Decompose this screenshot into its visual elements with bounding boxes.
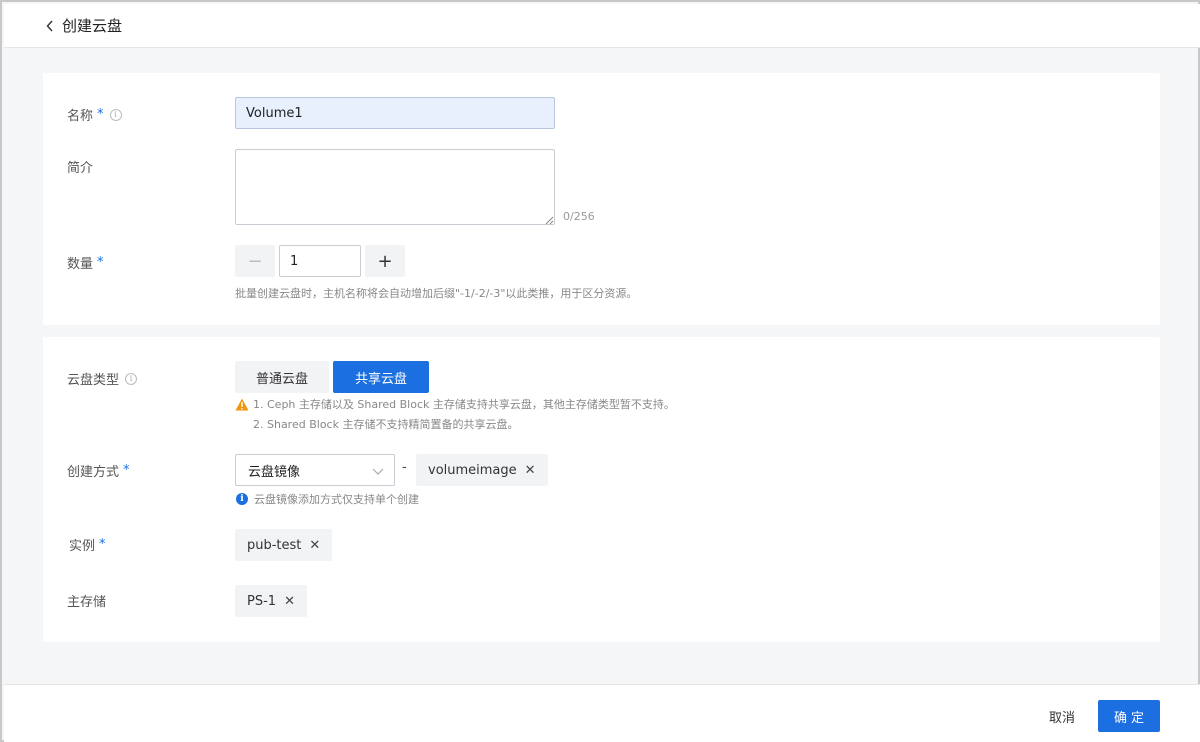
- method-label: 创建方式 *: [67, 461, 130, 480]
- required-mark: *: [99, 537, 106, 552]
- desc-label: 简介: [67, 157, 93, 176]
- close-icon[interactable]: ✕: [309, 538, 320, 553]
- info-icon[interactable]: i: [125, 372, 138, 385]
- info-icon[interactable]: i: [109, 108, 122, 121]
- cancel-button[interactable]: 取消: [1034, 700, 1090, 732]
- page-header: 创建云盘: [4, 4, 1200, 48]
- creation-method-value: 云盘镜像: [248, 464, 301, 480]
- quantity-label: 数量 *: [67, 253, 104, 272]
- instance-label: 实例 *: [69, 535, 106, 554]
- separator-dash: -: [402, 460, 407, 475]
- decrement-button[interactable]: −: [235, 245, 275, 277]
- name-input[interactable]: [235, 97, 555, 129]
- type-option-shared[interactable]: 共享云盘: [333, 361, 429, 393]
- warning-line-1: 1. Ceph 主存储以及 Shared Block 主存储支持共享云盘，其他主…: [235, 396, 675, 412]
- quantity-label-text: 数量: [67, 257, 94, 272]
- storage-tag: PS-1 ✕: [235, 585, 307, 617]
- confirm-button[interactable]: 确定: [1098, 700, 1160, 732]
- required-mark: *: [97, 255, 104, 270]
- name-label: 名称 * i: [67, 105, 122, 124]
- creation-method-select[interactable]: 云盘镜像: [235, 454, 395, 486]
- storage-label: 主存储: [67, 591, 106, 610]
- image-tag: volumeimage ✕: [416, 454, 548, 486]
- required-mark: *: [123, 463, 130, 478]
- basic-info-card: 名称 * i 简介 0/256 数量 * − + 批量创建云盘时，主机名称将会自…: [43, 73, 1160, 325]
- quantity-input[interactable]: [279, 245, 361, 277]
- warning-icon: [235, 398, 249, 411]
- image-tag-text: volumeimage: [428, 462, 517, 478]
- config-card: 云盘类型 i 普通云盘 共享云盘 1. Ceph 主存储以及 Shared Bl…: [43, 337, 1160, 642]
- desc-label-text: 简介: [67, 161, 94, 176]
- window-frame: 创建云盘 名称 * i 简介 0/256 数量 * − + 批量创建云盘时，主机…: [0, 0, 1200, 742]
- footer-bar: 取消 确定: [4, 684, 1200, 742]
- chevron-down-icon: [372, 465, 384, 475]
- quantity-hint: 批量创建云盘时，主机名称将会自动增加后缀"-1/-2/-3"以此类推，用于区分资…: [235, 287, 638, 300]
- description-textarea[interactable]: [235, 149, 555, 225]
- instance-label-text: 实例: [69, 539, 96, 554]
- warning-text-1: 1. Ceph 主存储以及 Shared Block 主存储支持共享云盘，其他主…: [253, 398, 675, 411]
- storage-label-text: 主存储: [67, 595, 107, 610]
- resize-grip-icon[interactable]: [545, 214, 554, 225]
- close-icon[interactable]: ✕: [525, 463, 536, 478]
- instance-tag-text: pub-test: [247, 537, 302, 553]
- type-option-normal[interactable]: 普通云盘: [235, 361, 329, 393]
- instance-tag: pub-test ✕: [235, 529, 333, 561]
- type-label-text: 云盘类型: [67, 373, 120, 388]
- method-hint: i 云盘镜像添加方式仅支持单个创建: [236, 491, 419, 507]
- method-label-text: 创建方式: [67, 465, 120, 480]
- warning-line-2: 2. Shared Block 主存储不支持精简置备的共享云盘。: [253, 418, 519, 431]
- char-counter: 0/256: [563, 210, 595, 223]
- increment-button[interactable]: +: [365, 245, 405, 277]
- type-label: 云盘类型 i: [67, 369, 138, 388]
- page-title: 创建云盘: [62, 17, 123, 35]
- required-mark: *: [97, 107, 104, 122]
- chevron-left-icon[interactable]: [46, 18, 58, 34]
- name-label-text: 名称: [67, 109, 94, 124]
- method-hint-text: 云盘镜像添加方式仅支持单个创建: [254, 493, 419, 506]
- close-icon[interactable]: ✕: [284, 594, 295, 609]
- storage-tag-text: PS-1: [247, 593, 277, 609]
- info-icon: i: [236, 493, 248, 505]
